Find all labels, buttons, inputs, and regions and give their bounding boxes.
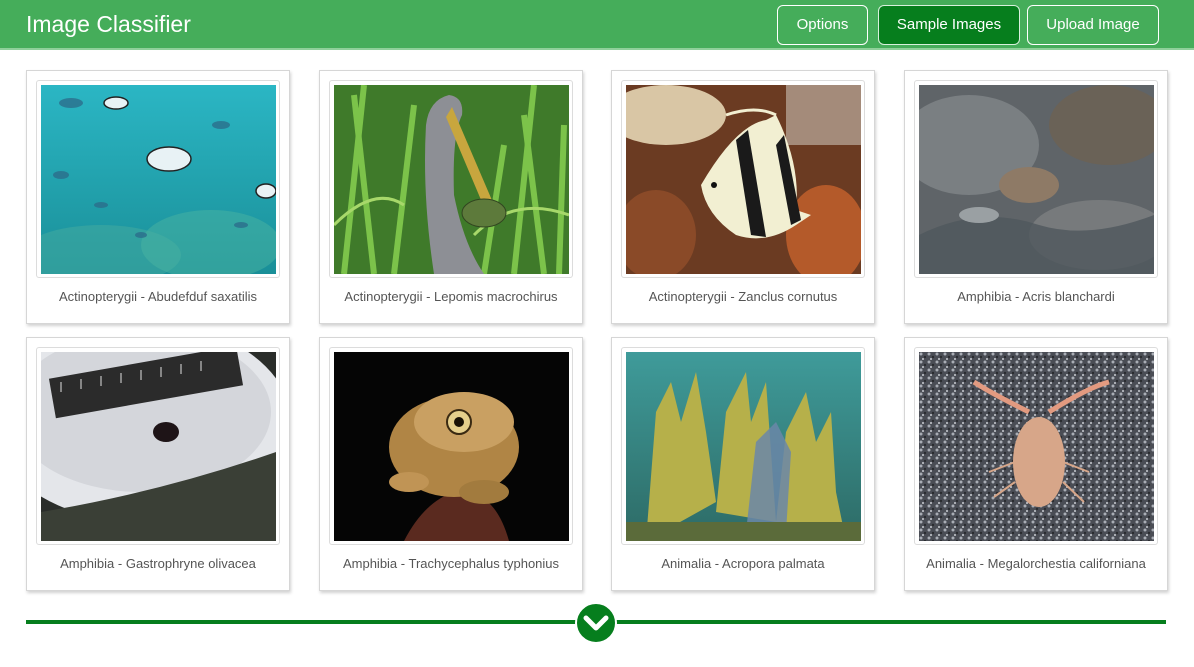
thumbnail-frame xyxy=(914,347,1158,545)
thumbnail-image-elkhorn-coral xyxy=(626,352,861,541)
card-caption: Amphibia - Gastrophryne olivacea xyxy=(60,556,256,571)
thumbnail-image-moorish-idol xyxy=(626,85,861,274)
app-header: Image Classifier Options Sample Images U… xyxy=(0,0,1194,50)
thumbnail-image-tree-frog xyxy=(334,352,569,541)
card-caption: Amphibia - Trachycephalus typhonius xyxy=(342,556,560,571)
chevron-down-icon xyxy=(583,615,609,631)
thumbnail-frame xyxy=(329,80,573,278)
sample-card-abudefduf[interactable]: Actinopterygii - Abudefduf saxatilis xyxy=(26,70,290,324)
sample-card-megalorchestia[interactable]: Animalia - Megalorchestia californiana xyxy=(904,337,1168,591)
thumbnail-frame xyxy=(621,80,865,278)
card-caption: Actinopterygii - Abudefduf saxatilis xyxy=(59,289,257,304)
options-button[interactable]: Options xyxy=(777,5,868,45)
sample-card-gastrophryne[interactable]: Amphibia - Gastrophryne olivacea xyxy=(26,337,290,591)
thumbnail-frame xyxy=(36,80,280,278)
card-caption: Animalia - Megalorchestia californiana xyxy=(926,556,1146,571)
app-title: Image Classifier xyxy=(26,11,191,37)
sample-card-acropora[interactable]: Animalia - Acropora palmata xyxy=(611,337,875,591)
sample-card-zanclus[interactable]: Actinopterygii - Zanclus cornutus xyxy=(611,70,875,324)
card-caption: Actinopterygii - Zanclus cornutus xyxy=(648,289,838,304)
sample-card-trachycephalus[interactable]: Amphibia - Trachycephalus typhonius xyxy=(319,337,583,591)
thumbnail-image-frog-in-bucket xyxy=(41,352,276,541)
thumbnail-image-heron xyxy=(334,85,569,274)
thumbnail-image-reef-fish xyxy=(41,85,276,274)
sample-card-lepomis[interactable]: Actinopterygii - Lepomis macrochirus xyxy=(319,70,583,324)
card-caption: Animalia - Acropora palmata xyxy=(661,556,825,571)
thumbnail-image-rocky-stream xyxy=(919,85,1154,274)
thumbnail-frame xyxy=(329,347,573,545)
thumbnail-frame xyxy=(621,347,865,545)
card-caption: Amphibia - Acris blanchardi xyxy=(957,289,1115,304)
thumbnail-frame xyxy=(36,347,280,545)
sample-images-button[interactable]: Sample Images xyxy=(878,5,1020,45)
card-caption: Actinopterygii - Lepomis macrochirus xyxy=(344,289,558,304)
upload-image-button[interactable]: Upload Image xyxy=(1027,5,1159,45)
thumbnail-image-beach-hopper xyxy=(919,352,1154,541)
thumbnail-frame xyxy=(914,80,1158,278)
sample-card-acris[interactable]: Amphibia - Acris blanchardi xyxy=(904,70,1168,324)
load-more-button[interactable] xyxy=(575,602,617,644)
